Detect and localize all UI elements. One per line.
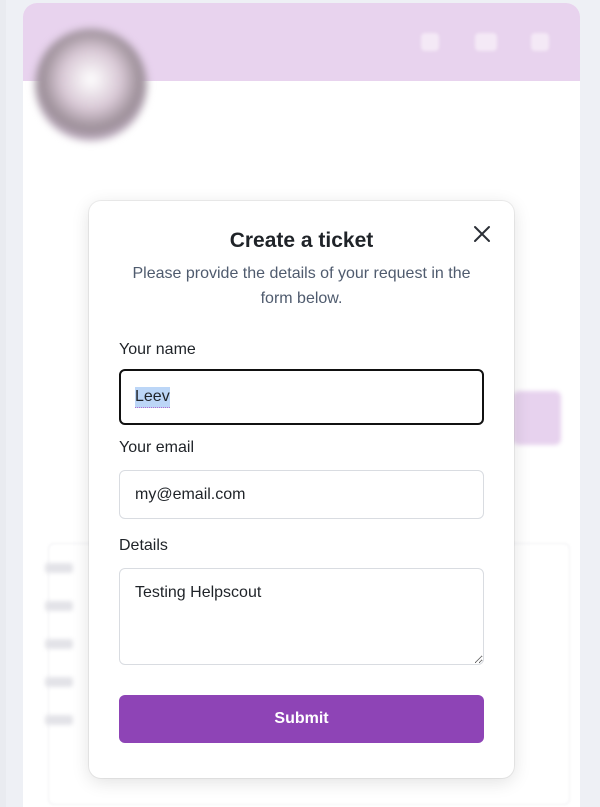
name-label: Your name xyxy=(119,341,196,358)
create-ticket-modal: Create a ticket Please provide the detai… xyxy=(89,201,514,778)
email-label: Your email xyxy=(119,439,195,456)
modal-title: Create a ticket xyxy=(229,229,374,252)
background-icon xyxy=(421,33,439,51)
background-icon xyxy=(531,33,549,51)
submit-button[interactable]: Submit xyxy=(119,695,484,743)
email-field[interactable]: my@email.com xyxy=(119,470,484,519)
name-field[interactable]: Leev xyxy=(119,369,484,425)
page-edge xyxy=(0,0,6,807)
details-label: Details xyxy=(119,537,168,554)
background-icon xyxy=(475,33,497,51)
modal-subtitle: Please provide the details of your reque… xyxy=(132,265,471,307)
background-block xyxy=(513,391,561,445)
name-value: Leev xyxy=(135,387,170,408)
details-textarea[interactable]: Testing Helpscout xyxy=(119,568,484,665)
background-lines xyxy=(45,563,85,753)
avatar xyxy=(35,29,147,141)
email-value: my@email.com xyxy=(135,486,246,503)
